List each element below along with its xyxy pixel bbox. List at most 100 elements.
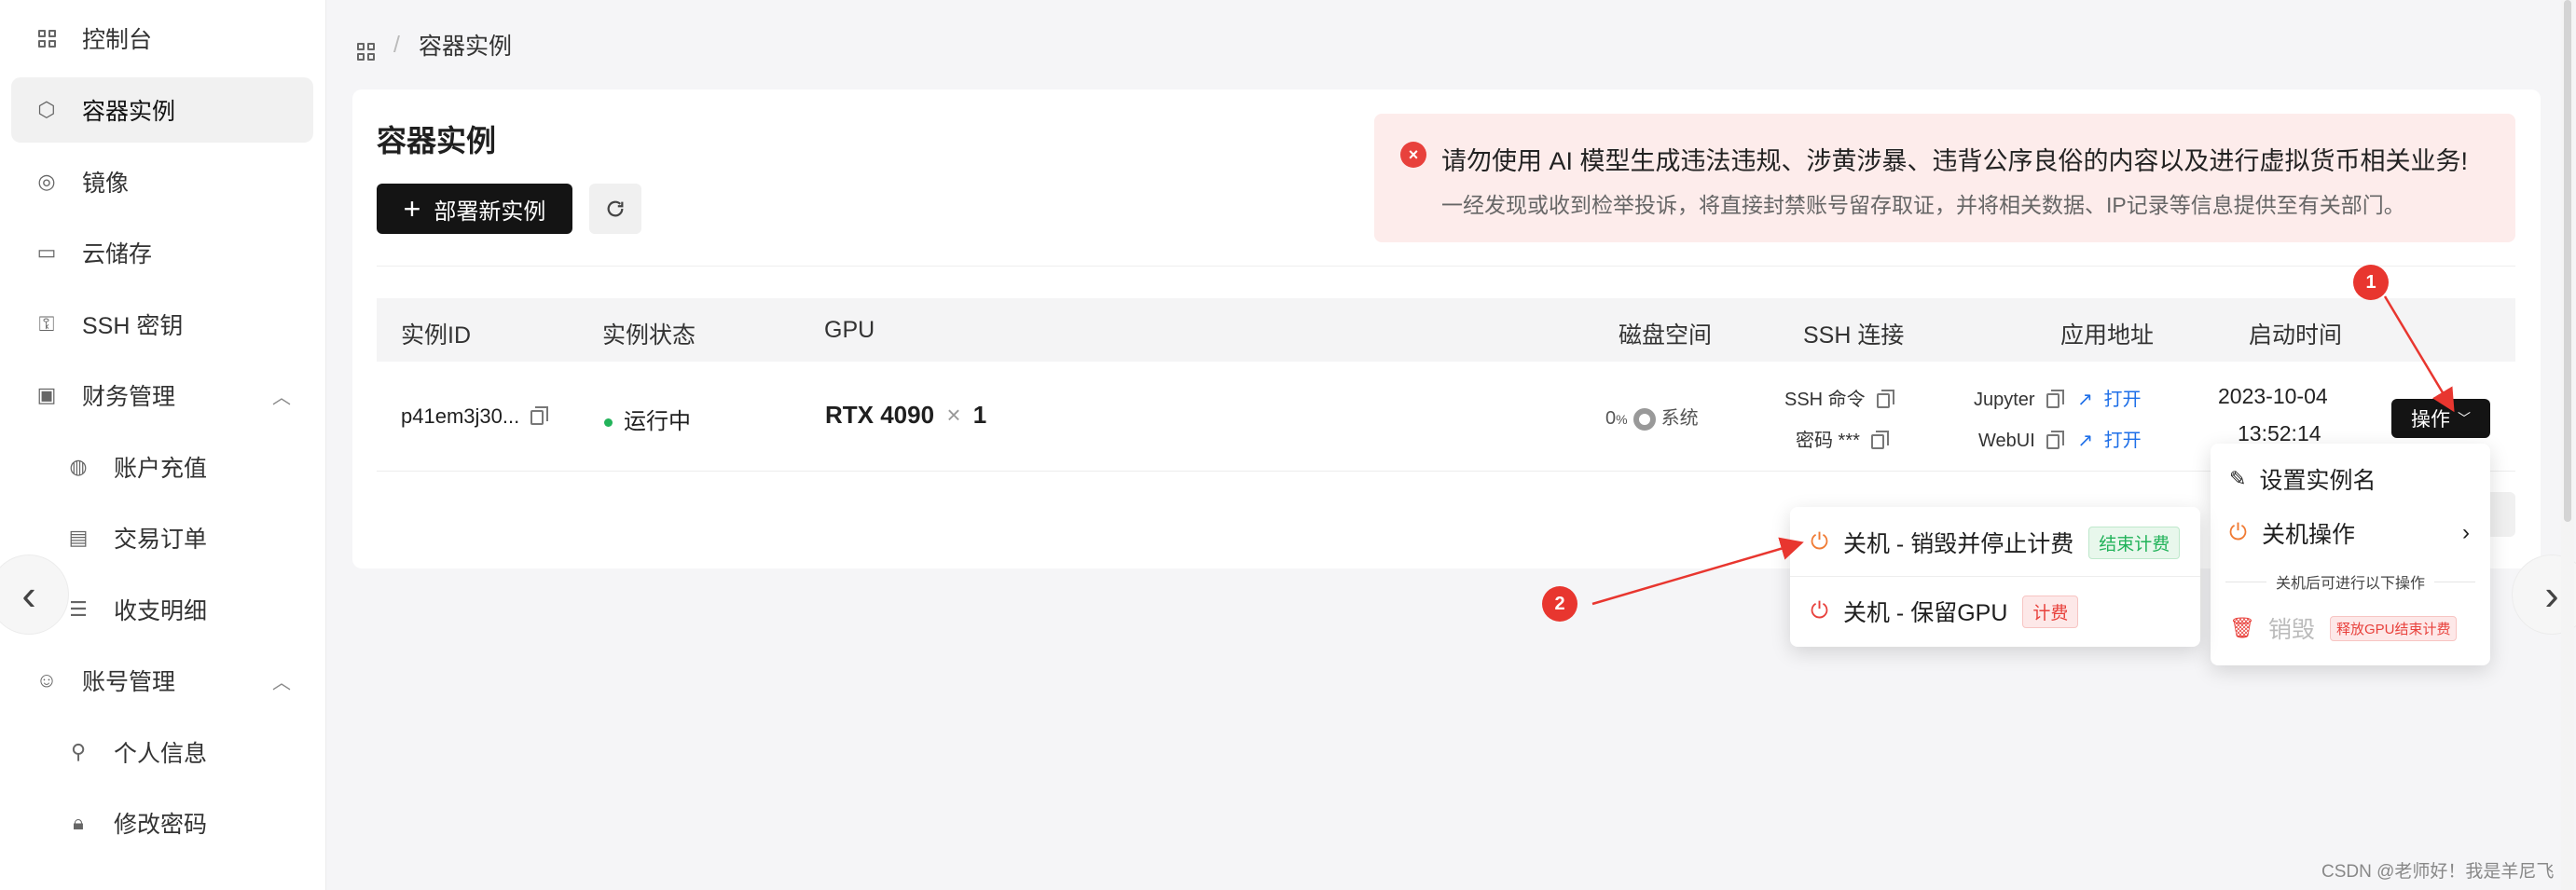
- sidebar-item-label: 镜像: [82, 171, 130, 197]
- chevron-up-icon: ︿: [272, 672, 291, 693]
- alert-description: 一经发现或收到检举投诉，将直接封禁账号留存取证，并将相关数据、IP记录等信息提供…: [1441, 193, 2405, 217]
- operations-dropdown-button[interactable]: 操作 ﹀: [2391, 399, 2490, 438]
- sidebar-item-ssh-keys[interactable]: ⚿ SSH 密钥: [11, 292, 313, 357]
- sidebar-item-finance[interactable]: ▣ 财务管理 ︿: [11, 363, 313, 428]
- deploy-new-instance-button[interactable]: + 部署新实例: [377, 184, 572, 234]
- sidebar-item-label: 修改密码: [114, 812, 208, 838]
- operations-menu: ✎ 设置实例名 ⏻ 关机操作 › 关机后可进行以下操作 🗑︎ 销毁 释放GPU结…: [2211, 444, 2490, 665]
- breadcrumb-current: 容器实例: [418, 34, 512, 60]
- menu-item-rename[interactable]: ✎ 设置实例名: [2211, 453, 2490, 505]
- disk-usage-ring-icon: [1632, 407, 1656, 431]
- refresh-icon: [607, 200, 624, 217]
- th-instance-id: 实例ID: [401, 322, 472, 349]
- gpu-count: 1: [972, 401, 987, 429]
- sidebar-item-label: 个人信息: [114, 741, 208, 767]
- th-gpu: GPU: [824, 317, 875, 343]
- instance-id: p41em3j30...: [401, 404, 520, 428]
- sidebar-item-account[interactable]: ☺ 账号管理 ︿: [11, 648, 313, 713]
- sidebar-item-console[interactable]: 控制台: [11, 6, 313, 71]
- table-header: 实例ID 实例状态 GPU 磁盘空间 SSH 连接 应用地址 启动时间: [377, 298, 2515, 362]
- gpu-name: RTX 4090: [825, 401, 935, 429]
- operations-label: 操作: [2411, 409, 2450, 431]
- copy-icon[interactable]: [2046, 389, 2064, 408]
- disc-icon: ◎: [37, 170, 56, 193]
- sidebar-item-label: SSH 密钥: [82, 313, 184, 339]
- order-icon: ▤: [68, 526, 89, 549]
- menu-item-shutdown-destroy[interactable]: ⏻ 关机 - 销毁并停止计费 结束计费: [1790, 516, 2200, 568]
- deploy-button-label: 部署新实例: [434, 199, 546, 225]
- status-cell: 运行中: [604, 403, 691, 435]
- gpu-cell: RTX 4090 × 1: [825, 401, 986, 430]
- scrollbar-thumb[interactable]: [2564, 0, 2571, 522]
- sidebar-item-change-password[interactable]: 🔒︎ 修改密码: [11, 790, 313, 856]
- th-start-time: 启动时间: [2249, 322, 2343, 349]
- sidebar-item-profile[interactable]: ⚲ 个人信息: [11, 719, 313, 785]
- start-date: 2023-10-04: [2218, 384, 2328, 408]
- sidebar-item-container-instances[interactable]: ⬡ 容器实例: [11, 77, 313, 143]
- sidebar-item-orders[interactable]: ▤ 交易订单: [11, 505, 313, 570]
- sidebar-item-cloud-storage[interactable]: ▭ 云储存: [11, 220, 313, 285]
- sidebar-item-recharge[interactable]: ◍ 账户充值: [11, 434, 313, 500]
- chevron-right-icon: ›: [2462, 520, 2470, 545]
- shutdown-label: 关机操作: [2261, 522, 2355, 548]
- sidebar-item-label: 交易订单: [114, 527, 208, 553]
- power-icon: ⏻: [2229, 520, 2247, 545]
- menu-item-shutdown[interactable]: ⏻ 关机操作 ›: [2211, 507, 2490, 559]
- chevron-down-icon: ﹀: [2458, 411, 2471, 426]
- chevron-left-icon: ‹: [21, 570, 36, 619]
- copy-icon[interactable]: [2046, 430, 2064, 449]
- menu-item-shutdown-keep-gpu[interactable]: ⏻ 关机 - 保留GPU 计费: [1790, 585, 2200, 637]
- scrollbar[interactable]: [2561, 0, 2574, 890]
- refresh-button[interactable]: [589, 184, 641, 234]
- home-grid-icon[interactable]: [357, 30, 375, 61]
- chevron-up-icon: ︿: [272, 387, 291, 408]
- copy-icon[interactable]: [1870, 430, 1889, 449]
- disk-cell: 0% 系统: [1605, 403, 1699, 431]
- error-icon: ×: [1400, 142, 1426, 168]
- destroy-label: 销毁: [2267, 617, 2315, 643]
- sidebar-item-label: 控制台: [82, 27, 153, 53]
- external-link-icon: ↗: [2077, 431, 2094, 451]
- page-title: 容器实例: [377, 124, 497, 157]
- billing-tag: 计费: [2022, 595, 2079, 628]
- power-icon: ⏻: [1811, 598, 1828, 623]
- disk-label: 系统: [1660, 408, 1699, 429]
- th-app-url: 应用地址: [2060, 322, 2155, 349]
- dashboard-icon: [28, 29, 65, 48]
- sidebar-item-label: 财务管理: [82, 384, 176, 410]
- watermark: CSDN @老师好！我是羊尼飞: [2321, 862, 2555, 882]
- disk-percent: 0: [1605, 408, 1617, 429]
- lock-icon: 🔒︎: [73, 811, 84, 834]
- breadcrumb-separator: /: [393, 31, 400, 58]
- menu-hint: 关机后可进行以下操作: [2266, 576, 2434, 592]
- sidebar-item-images[interactable]: ◎ 镜像: [11, 149, 313, 214]
- breadcrumb: / 容器实例: [357, 28, 512, 62]
- th-status: 实例状态: [602, 322, 696, 349]
- smile-icon: ☺: [35, 668, 58, 691]
- destroy-tag: 释放GPU结束计费: [2329, 615, 2458, 641]
- cube-icon: ⬡: [37, 98, 56, 121]
- menu-item-destroy[interactable]: 🗑︎ 销毁 释放GPU结束计费: [2211, 602, 2490, 654]
- power-icon: ⏻: [1811, 529, 1828, 555]
- instance-id-cell: p41em3j30...: [401, 404, 549, 429]
- status-dot-icon: [604, 418, 613, 428]
- menu-hint-wrap: 关机后可进行以下操作: [2211, 570, 2490, 593]
- sidebar-item-label: 账号管理: [82, 669, 176, 695]
- chevron-right-icon: ›: [2544, 570, 2559, 619]
- rename-label: 设置实例名: [2259, 468, 2376, 494]
- disk-unit: %: [1616, 412, 1628, 427]
- jupyter-open-link[interactable]: 打开: [2103, 390, 2141, 410]
- copy-icon[interactable]: [530, 406, 549, 426]
- copy-icon[interactable]: [1876, 389, 1894, 408]
- ssh-command-cell: SSH 命令: [1784, 384, 1894, 411]
- annotation-marker-2: 2: [1542, 586, 1577, 622]
- storage-icon: ▭: [36, 240, 57, 264]
- shutdown-keep-gpu-label: 关机 - 保留GPU: [1842, 600, 2008, 626]
- th-disk: 磁盘空间: [1619, 322, 1713, 349]
- sidebar-item-label: 云储存: [82, 241, 153, 267]
- webui-open-link[interactable]: 打开: [2104, 431, 2142, 451]
- end-billing-tag: 结束计费: [2088, 526, 2181, 559]
- alert-title: 请勿使用 AI 模型生成违法违规、涉黄涉暴、违背公序良俗的内容以及进行虚拟货币相…: [1441, 147, 2469, 175]
- sidebar: 控制台 ⬡ 容器实例 ◎ 镜像 ▭ 云储存 ⚿ SSH 密钥 ▣ 财务管理 ︿ …: [0, 0, 326, 890]
- shutdown-submenu: ⏻ 关机 - 销毁并停止计费 结束计费 ⏻ 关机 - 保留GPU 计费: [1790, 507, 2200, 647]
